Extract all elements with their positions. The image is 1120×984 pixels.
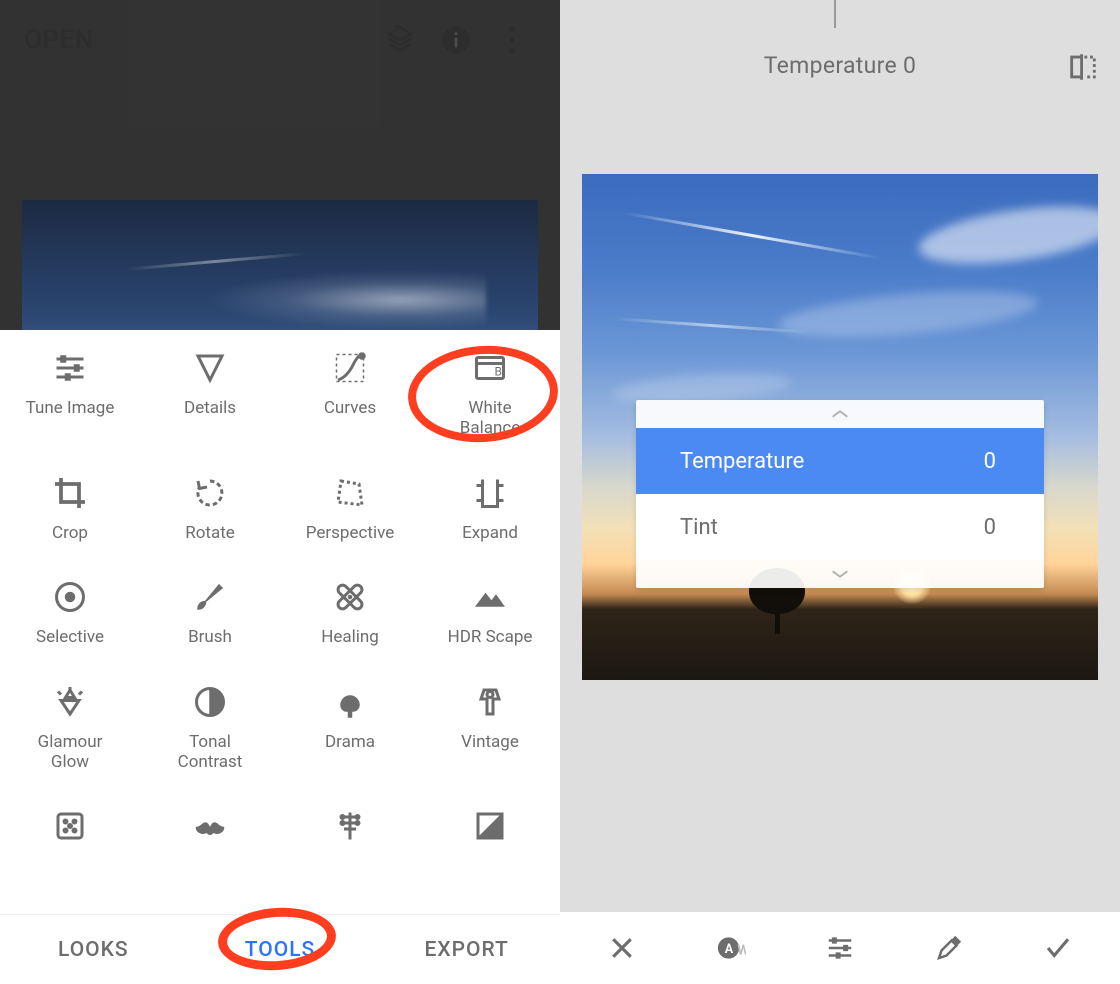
- tab-looks[interactable]: LOOKS: [0, 938, 187, 962]
- details-icon: [190, 348, 230, 388]
- param-row-temperature[interactable]: Temperature 0: [636, 428, 1044, 494]
- tool-label: Tonal Contrast: [178, 732, 243, 773]
- tool-tonal-contrast[interactable]: Tonal Contrast: [140, 682, 280, 773]
- tool-label: Curves: [324, 398, 376, 418]
- tools-sheet: Tune Image Details Curves B White Balanc…: [0, 330, 560, 914]
- tool-rotate[interactable]: Rotate: [140, 473, 280, 543]
- tool-crop[interactable]: Crop: [0, 473, 140, 543]
- tool-label: Selective: [36, 627, 104, 647]
- chevron-down-icon: [636, 560, 1044, 588]
- tool-expand[interactable]: Expand: [420, 473, 560, 543]
- adjust-button[interactable]: [810, 933, 870, 963]
- bw-icon: [470, 806, 510, 846]
- right-pane: Temperature 0 Temperature 0 Tint 0: [560, 0, 1120, 984]
- tool-glamour-glow[interactable]: Glamour Glow: [0, 682, 140, 773]
- svg-text:W: W: [737, 942, 746, 958]
- open-button[interactable]: OPEN: [24, 25, 94, 55]
- tools-grid: Tune Image Details Curves B White Balanc…: [0, 348, 560, 846]
- tool-label: Healing: [321, 627, 379, 647]
- left-photo-preview: [22, 200, 538, 330]
- brush-icon: [190, 577, 230, 617]
- edit-stack-icon[interactable]: [372, 25, 428, 55]
- overflow-menu-icon[interactable]: [484, 26, 540, 54]
- compare-icon[interactable]: [1066, 50, 1100, 88]
- tool-tune-image[interactable]: Tune Image: [0, 348, 140, 439]
- tool-healing[interactable]: Healing: [280, 577, 420, 647]
- svg-text:B: B: [495, 365, 502, 379]
- curves-icon: [330, 348, 370, 388]
- param-value: 0: [984, 515, 996, 540]
- hdr-scape-icon: [470, 577, 510, 617]
- right-bottom-bar: AW: [560, 912, 1120, 984]
- right-header: Temperature 0: [560, 0, 1120, 130]
- tool-label: Brush: [188, 627, 232, 647]
- tool-perspective[interactable]: Perspective: [280, 473, 420, 543]
- param-row-tint[interactable]: Tint 0: [636, 494, 1044, 560]
- selective-icon: [50, 577, 90, 617]
- tool-label: Rotate: [185, 523, 235, 543]
- tool-hdr-scape[interactable]: HDR Scape: [420, 577, 560, 647]
- param-value: 0: [984, 449, 996, 474]
- perspective-icon: [330, 473, 370, 513]
- rotate-icon: [190, 473, 230, 513]
- tool-details[interactable]: Details: [140, 348, 280, 439]
- tonal-contrast-icon: [190, 682, 230, 722]
- tool-selective[interactable]: Selective: [0, 577, 140, 647]
- param-name: Tint: [680, 515, 718, 540]
- svg-text:A: A: [725, 942, 734, 957]
- tool-label: Expand: [462, 523, 518, 543]
- drama-icon: [330, 682, 370, 722]
- tool-vintage[interactable]: Vintage: [420, 682, 560, 773]
- white-balance-icon: B: [470, 348, 510, 388]
- glamour-glow-icon: [50, 682, 90, 722]
- param-name: Temperature: [680, 449, 804, 474]
- tool-label: Vintage: [461, 732, 519, 752]
- tool-label: White Balance: [460, 398, 521, 439]
- info-icon[interactable]: [428, 25, 484, 55]
- vintage-icon: [470, 682, 510, 722]
- tool-label: Crop: [52, 523, 88, 543]
- dice-icon: [50, 806, 90, 846]
- cancel-button[interactable]: [592, 933, 652, 963]
- tool-white-balance[interactable]: B White Balance: [420, 348, 560, 439]
- sliders-icon: [50, 348, 90, 388]
- expand-icon: [470, 473, 510, 513]
- tool-label: Drama: [325, 732, 375, 752]
- moustache-icon: [190, 806, 230, 846]
- chevron-up-icon: [636, 400, 1044, 428]
- tool-partial-2[interactable]: [140, 806, 280, 846]
- healing-icon: [330, 577, 370, 617]
- tab-export[interactable]: EXPORT: [373, 938, 560, 962]
- tool-partial-1[interactable]: [0, 806, 140, 846]
- tool-brush[interactable]: Brush: [140, 577, 280, 647]
- readout-value: 0: [903, 52, 916, 79]
- auto-white-balance-button[interactable]: AW: [701, 933, 761, 963]
- readout-label: Temperature: [764, 52, 897, 79]
- tool-drama[interactable]: Drama: [280, 682, 420, 773]
- crop-icon: [50, 473, 90, 513]
- parameter-readout: Temperature 0: [764, 52, 916, 79]
- tab-tools[interactable]: TOOLS: [187, 938, 374, 962]
- tool-label: Glamour Glow: [38, 732, 103, 773]
- tool-label: Tune Image: [26, 398, 115, 418]
- tool-label: Details: [184, 398, 236, 418]
- tool-label: Perspective: [306, 523, 394, 543]
- left-header: OPEN: [0, 0, 560, 80]
- tool-label: HDR Scape: [448, 627, 533, 647]
- guitar-head-icon: [330, 806, 370, 846]
- bottom-tabs: LOOKS TOOLS EXPORT: [0, 914, 560, 984]
- eyedropper-button[interactable]: [919, 933, 979, 963]
- tool-partial-4[interactable]: [420, 806, 560, 846]
- tool-curves[interactable]: Curves: [280, 348, 420, 439]
- parameter-overlay[interactable]: Temperature 0 Tint 0: [636, 400, 1044, 588]
- tool-partial-3[interactable]: [280, 806, 420, 846]
- apply-button[interactable]: [1028, 933, 1088, 963]
- left-pane: OPEN Tune Image Details: [0, 0, 560, 984]
